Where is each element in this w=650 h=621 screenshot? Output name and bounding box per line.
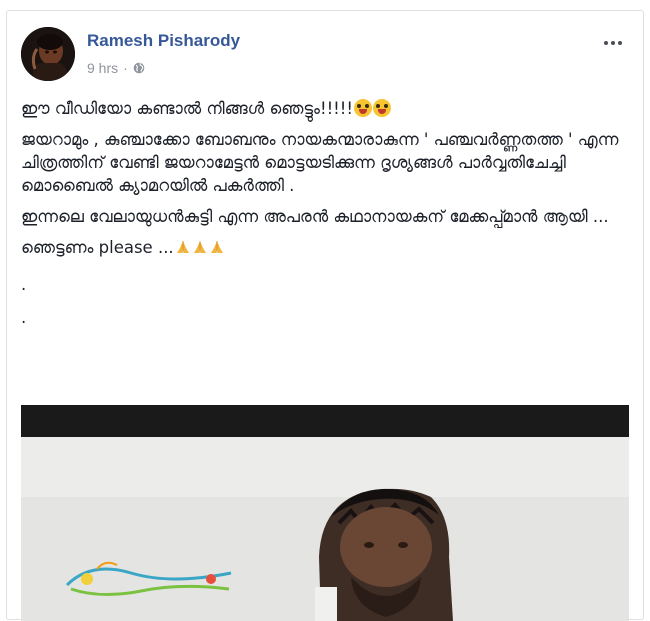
post-header: Ramesh Pisharody 9 hrs · <box>21 27 627 87</box>
folded-hands-emoji <box>193 241 206 253</box>
folded-hands-emoji <box>210 241 223 253</box>
post-timestamp[interactable]: 9 hrs <box>87 60 118 76</box>
author-name[interactable]: Ramesh Pisharody <box>87 31 240 51</box>
post-card: Ramesh Pisharody 9 hrs · ഈ വീഡിയോ കണ്ടാൽ… <box>6 10 644 621</box>
winking-tongue-emoji <box>354 99 373 117</box>
post-paragraph: . <box>21 275 27 294</box>
winking-tongue-emoji <box>373 99 392 117</box>
dot <box>611 41 615 45</box>
post-paragraph: . <box>21 308 27 327</box>
meta-separator: · <box>123 60 128 76</box>
post-paragraph: ഈ വീഡിയോ കണ്ടാൽ നിങ്ങൾ ഞെട്ടും!!!!! <box>21 97 627 120</box>
paragraph-text: ഞെട്ടണം please ... <box>21 238 174 257</box>
post-meta: 9 hrs · <box>87 59 145 77</box>
video-logo <box>61 555 241 605</box>
dot <box>618 41 622 45</box>
post-paragraph: ഇന്നലെ വേലായുധൻകുട്ടി എന്ന അപരൻ കഥാനായകന… <box>21 207 609 226</box>
avatar-image <box>21 27 75 81</box>
post-paragraph: ജയറാമും , കുഞ്ചാക്കോ ബോബനും നായകന്മാരാകു… <box>21 130 619 195</box>
paragraph-text: ഈ വീഡിയോ കണ്ടാൽ നിങ്ങൾ ഞെട്ടും!!!!! <box>21 99 354 118</box>
post-paragraph: ഞെട്ടണം please ... <box>21 236 627 259</box>
folded-hands-emoji <box>176 241 189 253</box>
dot <box>604 41 608 45</box>
globe-icon[interactable] <box>133 62 145 74</box>
more-options-icon[interactable] <box>601 35 625 51</box>
video-player[interactable] <box>21 405 629 621</box>
parrot-logo-icon <box>65 561 232 597</box>
avatar[interactable] <box>21 27 75 81</box>
post-message: ഈ വീഡിയോ കണ്ടാൽ നിങ്ങൾ ഞെട്ടും!!!!! ജയറാ… <box>21 97 627 337</box>
video-frame <box>21 437 629 621</box>
